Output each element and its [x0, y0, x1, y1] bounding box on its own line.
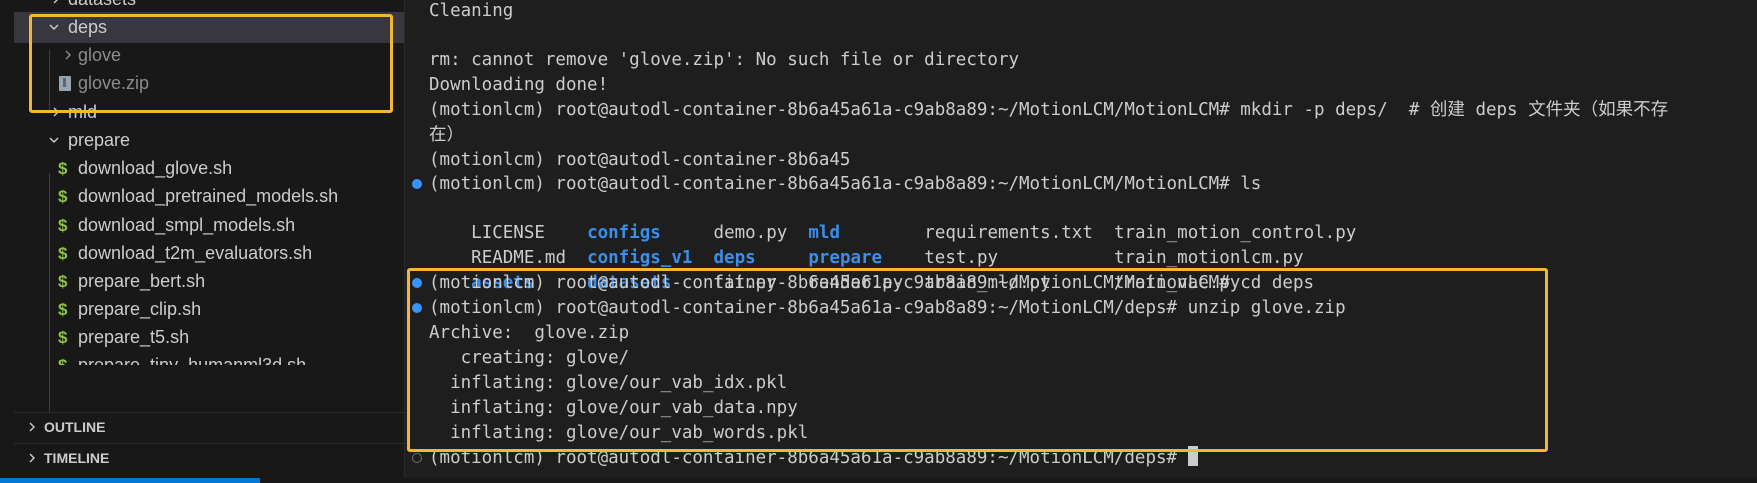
tree-label: prepare_t5.sh [78, 327, 190, 347]
shell-script-icon: $ [58, 328, 68, 347]
shell-script-icon: $ [58, 187, 68, 206]
zip-file-icon [59, 76, 71, 91]
chevron-down-icon [48, 125, 62, 156]
tree-label: download_pretrained_models.sh [78, 186, 339, 206]
tree-file-download-t2m-evaluators[interactable]: $ download_t2m_evaluators.sh [14, 238, 404, 269]
tree-file-glove-zip[interactable]: glove.zip [14, 68, 404, 99]
command-success-icon[interactable] [412, 303, 422, 313]
tree-file-download-glove[interactable]: $ download_glove.sh [14, 153, 404, 184]
explorer-panel: datasets deps glove glove.zip mld prepar… [0, 0, 405, 478]
tree-folder-prepare[interactable]: prepare [14, 125, 404, 156]
status-bar-remote[interactable] [0, 478, 260, 483]
terminal-line: Archive: glove.zip [429, 323, 630, 343]
terminal-line: (motionlcm) root@autodl-container-8b6a45… [429, 100, 1669, 120]
terminal-line: (motionlcm) root@autodl-container-8b6a45… [429, 298, 1346, 318]
chevron-right-icon [29, 422, 35, 432]
tree-label: download_smpl_models.sh [78, 215, 296, 235]
chevron-down-icon [48, 12, 62, 43]
tree-label: glove.zip [78, 73, 150, 93]
ls-output-row: LICENSE configs demo.py mld requirements… [429, 197, 1356, 243]
terminal-prompt-line[interactable]: (motionlcm) root@autodl-container-8b6a45… [429, 446, 1198, 470]
shell-script-icon: $ [58, 272, 68, 291]
terminal-panel[interactable]: Cleaning rm: cannot remove 'glove.zip': … [405, 0, 1757, 478]
tree-file-download-pretrained-models[interactable]: $ download_pretrained_models.sh [14, 181, 404, 212]
shell-script-icon: $ [58, 216, 68, 235]
status-bar [0, 478, 1757, 483]
command-success-icon[interactable] [412, 179, 422, 189]
section-label: OUTLINE [44, 419, 106, 435]
tree-file-download-smpl-models[interactable]: $ download_smpl_models.sh [14, 210, 404, 241]
tree-file-prepare-t5[interactable]: $ prepare_t5.sh [14, 322, 404, 353]
terminal-line: inflating: glove/our_vab_data.npy [429, 398, 798, 418]
tree-label: glove [78, 45, 122, 65]
terminal-line: (motionlcm) root@autodl-container-8b6a45 [429, 150, 851, 170]
shell-script-icon: $ [58, 350, 67, 365]
shell-script-icon: $ [58, 244, 68, 263]
terminal-line: (motionlcm) root@autodl-container-8b6a45… [429, 174, 1262, 194]
tree-folder-mld[interactable]: mld [14, 97, 404, 128]
tree-label: mld [68, 102, 98, 122]
terminal-cursor [1187, 446, 1198, 466]
tree-folder-glove[interactable]: glove [14, 40, 404, 71]
chevron-right-icon [50, 97, 64, 128]
tree-label: download_glove.sh [78, 158, 233, 178]
tree-file-prepare-tiny-humanml3d[interactable]: $ prepare_tiny_humanml3d.sh [14, 350, 404, 365]
tree-label: download_t2m_evaluators.sh [78, 243, 313, 263]
tree-file-prepare-clip[interactable]: $ prepare_clip.sh [14, 294, 404, 325]
command-success-icon[interactable] [412, 278, 422, 288]
ls-output-row: assets datasets fit.py render.py train_m… [429, 247, 1240, 293]
tree-file-prepare-bert[interactable]: $ prepare_bert.sh [14, 266, 404, 297]
tree-label: deps [68, 17, 108, 37]
tree-folder-deps[interactable]: deps [14, 12, 404, 43]
terminal-line: inflating: glove/our_vab_idx.pkl [429, 373, 788, 393]
terminal-line: creating: glove/ [429, 348, 630, 368]
tree-label: prepare_tiny_humanml3d.sh [78, 355, 307, 365]
ls-output-row: README.md configs_v1 deps prepare test.p… [429, 222, 1303, 268]
terminal-line: Downloading done! [429, 75, 609, 95]
tree-label: prepare_bert.sh [78, 271, 206, 291]
terminal-line: Cleaning [429, 1, 514, 21]
chevron-right-icon [29, 453, 35, 463]
terminal-line: 在） [429, 125, 464, 145]
timeline-section-header[interactable]: TIMELINE [14, 443, 404, 474]
section-label: TIMELINE [44, 450, 110, 466]
terminal-line: inflating: glove/our_vab_words.pkl [429, 423, 809, 443]
tree-label: prepare [68, 130, 131, 150]
chevron-right-icon [62, 40, 76, 71]
terminal-line: rm: cannot remove 'glove.zip': No such f… [429, 50, 1020, 70]
shell-script-icon: $ [58, 300, 68, 319]
shell-script-icon: $ [58, 159, 68, 178]
tree-label: prepare_clip.sh [78, 299, 202, 319]
prompt-text: (motionlcm) root@autodl-container-8b6a45… [429, 448, 1188, 468]
outline-section-header[interactable]: OUTLINE [14, 412, 404, 443]
terminal-line: (motionlcm) root@autodl-container-8b6a45… [429, 273, 1315, 293]
command-pending-icon[interactable] [412, 453, 422, 463]
